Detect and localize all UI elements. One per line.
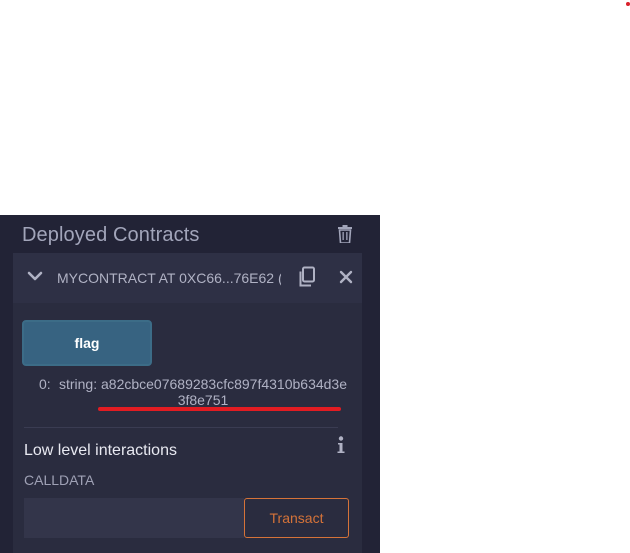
close-icon[interactable]	[339, 270, 353, 284]
red-dot-marker	[626, 2, 630, 6]
info-icon[interactable]	[335, 436, 347, 454]
contract-name: MYCONTRACT AT 0XC66...76E62 (MEMORY)	[57, 270, 281, 286]
highlight-underline	[98, 407, 341, 411]
transact-button[interactable]: Transact	[244, 498, 349, 538]
contract-header[interactable]: MYCONTRACT AT 0XC66...76E62 (MEMORY)	[13, 253, 362, 303]
calldata-input[interactable]	[24, 498, 244, 538]
low-level-interactions-title: Low level interactions	[24, 442, 177, 459]
calldata-label: CALLDATA	[24, 472, 95, 488]
copy-icon[interactable]	[296, 266, 318, 288]
chevron-down-icon[interactable]	[27, 270, 43, 284]
output-value: string: a82cbce07689283cfc897f4310b634d3…	[58, 376, 348, 408]
section-divider	[24, 427, 338, 428]
flag-button[interactable]: flag	[22, 320, 152, 366]
output-index: 0:	[39, 376, 51, 392]
